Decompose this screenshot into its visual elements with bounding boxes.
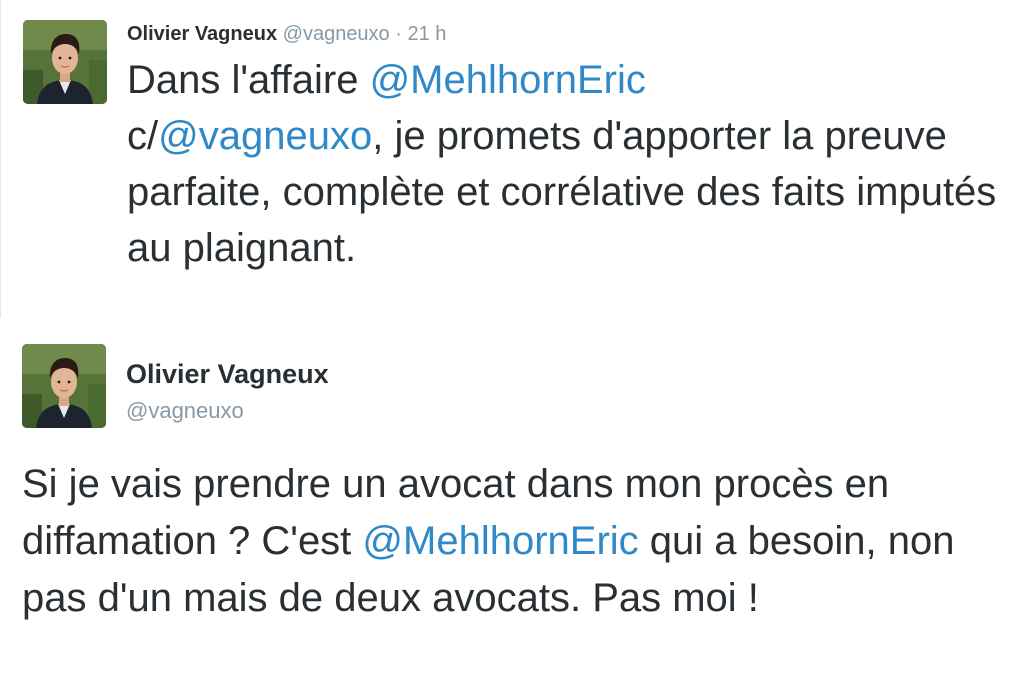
timestamp[interactable]: 21 h bbox=[407, 23, 446, 45]
author-name[interactable]: Olivier Vagneux bbox=[126, 358, 329, 390]
author-name[interactable]: Olivier Vagneux bbox=[127, 23, 277, 45]
tweet-header: Olivier Vagneux @vagneuxo · 21 h bbox=[127, 22, 446, 46]
author-handle[interactable]: @vagneuxo bbox=[283, 23, 390, 45]
author-handle[interactable]: @vagneuxo bbox=[126, 398, 244, 424]
mention-link[interactable]: @MehlhornEric bbox=[362, 519, 638, 563]
separator: · bbox=[395, 23, 402, 45]
mention-link[interactable]: @MehlhornEric bbox=[370, 58, 646, 102]
text-segment: c/ bbox=[127, 114, 159, 158]
text-segment: Dans l'affaire bbox=[127, 58, 370, 102]
avatar[interactable] bbox=[22, 344, 106, 428]
avatar[interactable] bbox=[23, 20, 107, 104]
profile-photo-icon bbox=[22, 344, 106, 428]
profile-photo-icon bbox=[23, 20, 107, 104]
tweet-text: Dans l'affaire @MehlhornEric c/@vagneuxo… bbox=[127, 52, 1007, 276]
tweet-2: Olivier Vagneux @vagneuxo Si je vais pre… bbox=[0, 330, 1024, 696]
mention-link[interactable]: @vagneuxo bbox=[158, 114, 372, 158]
tweet-1: Olivier Vagneux @vagneuxo · 21 h Dans l'… bbox=[0, 0, 1024, 318]
tweet-text: Si je vais prendre un avocat dans mon pr… bbox=[22, 456, 1012, 627]
